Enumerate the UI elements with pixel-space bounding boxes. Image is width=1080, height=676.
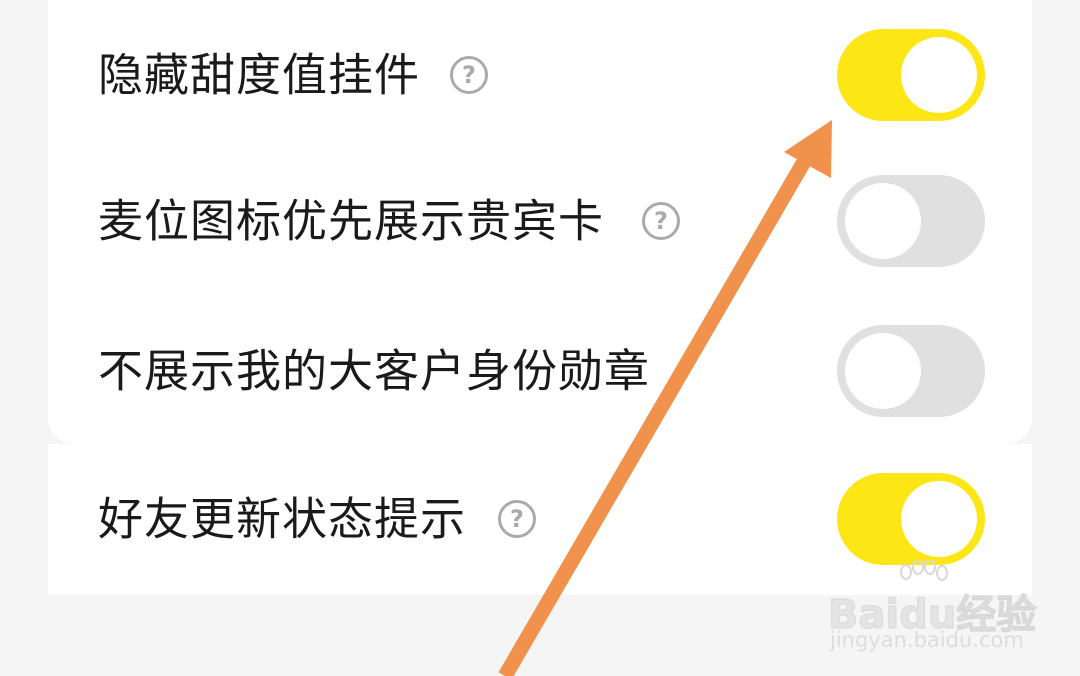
help-icon[interactable]: ? [642, 202, 680, 240]
friend-status-notification-toggle[interactable] [837, 473, 985, 565]
setting-label: 麦位图标优先展示贵宾卡 [98, 194, 605, 248]
toggle-knob [845, 333, 921, 409]
hide-big-customer-badge-toggle[interactable] [837, 325, 985, 417]
watermark-url: jingyan.baidu.com [830, 628, 1024, 652]
help-icon[interactable]: ? [498, 500, 536, 538]
settings-card: 隐藏甜度值挂件 ? 麦位图标优先展示贵宾卡 ? 不展示我的大客户身份勋章 [48, 0, 1032, 444]
mic-icon-vip-card-toggle[interactable] [837, 175, 985, 267]
setting-row-mic-icon-vip-card: 麦位图标优先展示贵宾卡 ? [48, 146, 1032, 296]
baidu-jingyan-watermark: Baidu经验 jingyan.baidu.com [827, 560, 1037, 658]
hide-sweetness-widget-toggle[interactable] [837, 29, 985, 121]
toggle-knob [901, 37, 977, 113]
toggle-knob [901, 481, 977, 557]
setting-row-hide-big-customer-badge: 不展示我的大客户身份勋章 [48, 296, 1032, 446]
setting-row-hide-sweetness-widget: 隐藏甜度值挂件 ? [48, 0, 1032, 150]
setting-label: 好友更新状态提示 [98, 492, 467, 546]
setting-label: 不展示我的大客户身份勋章 [98, 344, 651, 398]
toggle-knob [845, 183, 921, 259]
setting-label: 隐藏甜度值挂件 [98, 48, 421, 102]
help-icon[interactable]: ? [450, 56, 488, 94]
